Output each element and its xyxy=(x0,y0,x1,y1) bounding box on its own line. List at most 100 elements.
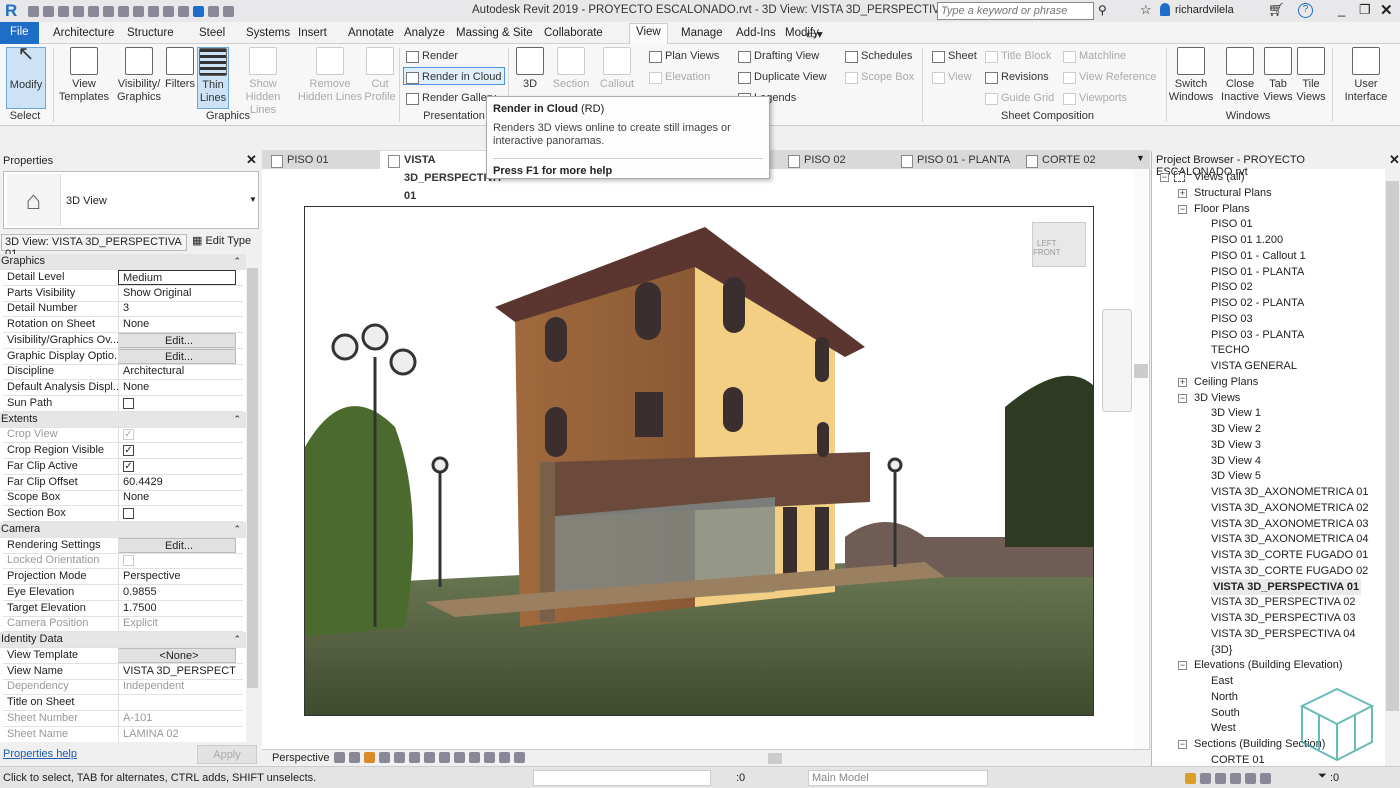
tile-views-button[interactable]: Tile Views xyxy=(1296,47,1326,104)
close-inactive-button[interactable]: Close Inactive xyxy=(1218,47,1262,104)
checkbox[interactable]: ✓ xyxy=(123,445,134,456)
ribbon-tab-architecture[interactable]: Architecture xyxy=(47,25,120,41)
property-value[interactable]: Perspective xyxy=(118,569,236,584)
horizontal-scrollbar[interactable] xyxy=(592,753,1122,764)
search-input[interactable] xyxy=(937,2,1094,20)
tree-item[interactable]: Views (all) xyxy=(1194,169,1245,185)
viewport-vertical-scrollbar[interactable] xyxy=(1134,169,1148,749)
star-icon[interactable]: ☆ xyxy=(1140,2,1152,18)
tree-item[interactable]: 3D Views xyxy=(1194,390,1240,406)
property-value[interactable]: Edit... xyxy=(118,537,236,553)
tab-views-button[interactable]: Tab Views xyxy=(1263,47,1293,104)
filter-icon[interactable]: ⏷ xyxy=(1318,770,1327,783)
tree-item[interactable]: 3D View 5 xyxy=(1211,468,1261,484)
tree-item[interactable]: PISO 01 - Callout 1 xyxy=(1211,248,1306,264)
ribbon-minimize-toggle[interactable]: ▭▾ xyxy=(800,25,829,43)
property-value[interactable]: 0.9855 xyxy=(118,584,236,600)
browser-scrollbar[interactable] xyxy=(1385,169,1400,766)
panel-label-graphics[interactable]: Graphics xyxy=(58,110,398,122)
help-icon[interactable]: ? xyxy=(1298,3,1313,18)
property-value[interactable]: Show Original xyxy=(118,285,236,301)
tree-item[interactable]: TECHO xyxy=(1211,342,1250,358)
tree-item[interactable]: PISO 03 xyxy=(1211,311,1253,327)
expand-icon[interactable]: + xyxy=(1178,188,1187,198)
render-in-cloud-button[interactable]: Render in Cloud xyxy=(403,67,505,85)
property-value[interactable]: None xyxy=(118,317,236,332)
tree-item[interactable]: CORTE 01 xyxy=(1211,752,1265,766)
tree-item[interactable]: PISO 03 - PLANTA xyxy=(1211,327,1304,343)
viewcube-front[interactable]: FRONT xyxy=(1033,248,1061,257)
collapse-icon[interactable]: − xyxy=(1178,393,1187,403)
properties-help-link[interactable]: Properties help xyxy=(3,748,77,760)
view-tab[interactable]: PISO 01 xyxy=(263,151,375,169)
switch-windows-button[interactable]: Switch Windows xyxy=(1168,47,1214,104)
checkbox[interactable]: ✓ xyxy=(123,429,134,441)
viewport[interactable]: LEFT FRONT xyxy=(262,169,1150,749)
drafting-view-button[interactable]: Drafting View xyxy=(736,47,819,65)
thin-lines-button[interactable]: Thin Lines xyxy=(197,47,229,109)
ribbon-tab-analyze[interactable]: Analyze xyxy=(398,25,451,41)
tree-item[interactable]: VISTA 3D_AXONOMETRICA 04 xyxy=(1211,531,1369,547)
viewports-button[interactable]: Viewports xyxy=(1061,89,1127,107)
property-group-graphics[interactable]: Graphics ⌃ xyxy=(0,254,246,270)
view-controls[interactable] xyxy=(334,751,529,763)
user-interface-button[interactable]: User Interface xyxy=(1340,47,1392,104)
properties-scrollbar[interactable] xyxy=(246,254,259,742)
tree-item[interactable]: South xyxy=(1211,705,1240,721)
panel-label-select[interactable]: Select xyxy=(5,110,45,122)
tree-item[interactable]: VISTA 3D_PERSPECTIVA 04 xyxy=(1211,626,1356,642)
tree-item[interactable]: VISTA 3D_CORTE FUGADO 01 xyxy=(1211,547,1368,563)
tree-item[interactable]: VISTA 3D_AXONOMETRICA 03 xyxy=(1211,516,1369,532)
ribbon-tab-manage[interactable]: Manage xyxy=(675,25,729,41)
revit-logo[interactable]: R xyxy=(5,1,17,21)
property-value[interactable]: 1.7500 xyxy=(118,600,236,616)
tree-item[interactable]: VISTA GENERAL xyxy=(1211,358,1297,374)
revisions-button[interactable]: Revisions xyxy=(983,68,1049,86)
tree-item[interactable]: Ceiling Plans xyxy=(1194,374,1258,390)
close-properties-button[interactable]: ✕ xyxy=(246,152,257,168)
instance-selector[interactable]: 3D View: VISTA 3D_PERSPECTIVA 01⌄ xyxy=(1,234,187,260)
modify-button[interactable]: ↖ Modify xyxy=(6,44,46,109)
ribbon-tab-structure[interactable]: Structure xyxy=(121,25,180,41)
callout-button[interactable]: Callout xyxy=(596,47,638,91)
selection-controls[interactable] xyxy=(1185,772,1275,784)
schedules-button[interactable]: Schedules xyxy=(843,47,912,65)
property-value[interactable]: <None> xyxy=(118,647,236,663)
design-option-dropdown[interactable]: Main Model xyxy=(808,770,988,786)
tree-item[interactable]: PISO 01 1.200 xyxy=(1211,232,1283,248)
ribbon-tab-add-ins[interactable]: Add-Ins xyxy=(730,25,782,41)
view-tab[interactable]: CORTE 02 xyxy=(1018,151,1136,169)
viewcube[interactable]: LEFT FRONT xyxy=(1032,222,1086,267)
cut-profile-button[interactable]: Cut Profile xyxy=(364,47,396,104)
title-block-button[interactable]: Title Block xyxy=(983,47,1051,65)
property-value[interactable]: Edit... xyxy=(118,348,236,364)
tree-item[interactable]: VISTA 3D_PERSPECTIVA 02 xyxy=(1211,594,1356,610)
property-value[interactable] xyxy=(118,395,236,411)
user-name[interactable]: richardvilela xyxy=(1175,4,1234,16)
tree-item[interactable]: VISTA 3D_AXONOMETRICA 01 xyxy=(1211,484,1369,500)
scope-box-button[interactable]: Scope Box xyxy=(843,68,914,86)
tree-item[interactable]: East xyxy=(1211,673,1233,689)
sheet-view-button[interactable]: View xyxy=(930,68,972,86)
3d-view-button[interactable]: 3D xyxy=(514,47,546,91)
viewcube-left[interactable]: LEFT xyxy=(1037,239,1056,248)
tree-item[interactable]: North xyxy=(1211,689,1238,705)
property-group-identity-data[interactable]: Identity Data ⌃ xyxy=(0,632,246,648)
tree-item[interactable]: West xyxy=(1211,720,1236,736)
tree-item[interactable]: Floor Plans xyxy=(1194,201,1250,217)
property-value[interactable] xyxy=(118,506,236,521)
navigation-bar[interactable] xyxy=(1102,309,1132,412)
apply-button[interactable]: Apply xyxy=(197,745,257,764)
collapse-icon[interactable]: ⌃ xyxy=(233,412,241,427)
property-group-extents[interactable]: Extents ⌃ xyxy=(0,411,246,428)
ribbon-tab-steel[interactable]: Steel xyxy=(193,25,231,41)
property-value[interactable]: None xyxy=(118,380,236,395)
checkbox[interactable]: ✓ xyxy=(123,460,134,472)
tree-item[interactable]: 3D View 2 xyxy=(1211,421,1261,437)
property-value[interactable] xyxy=(118,695,236,710)
view-tab[interactable]: VISTA 3D_PERSPECTIVA 01 xyxy=(380,151,501,202)
checkbox[interactable] xyxy=(123,508,134,519)
collapse-icon[interactable]: ⌃ xyxy=(233,254,241,269)
ribbon-tab-systems[interactable]: Systems xyxy=(240,25,296,41)
minimize-button[interactable]: _ xyxy=(1338,2,1345,17)
